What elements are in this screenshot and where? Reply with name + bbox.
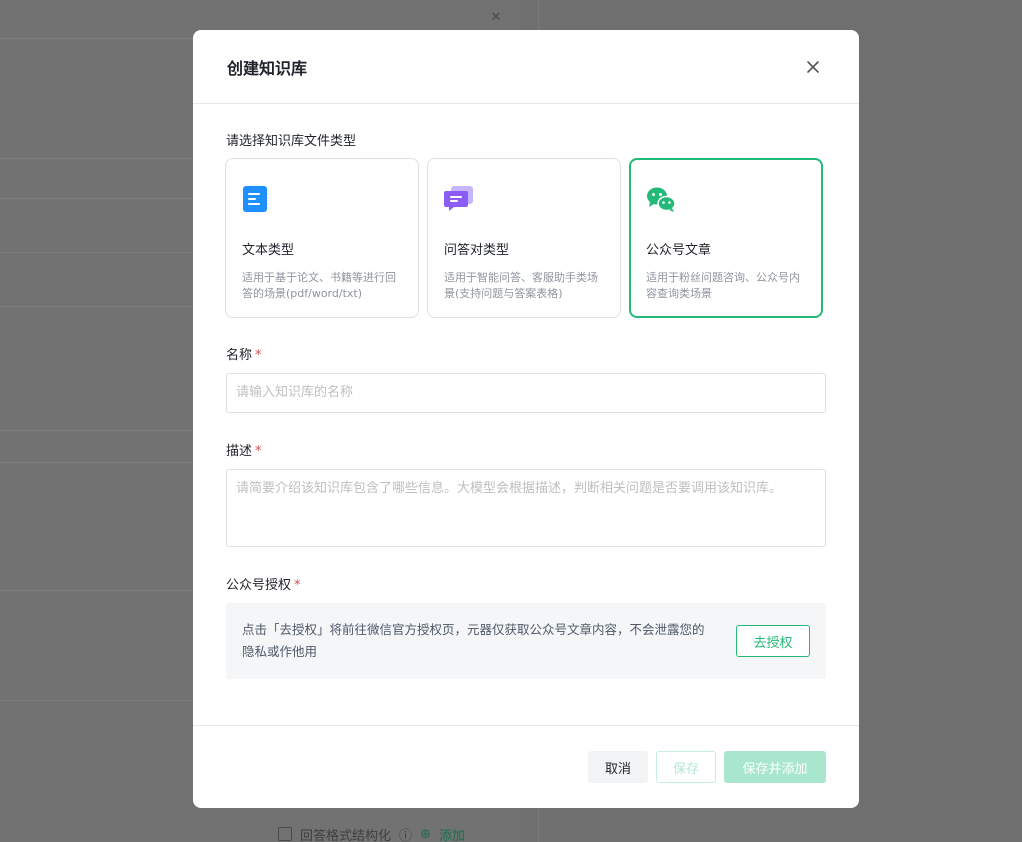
auth-label-text: 公众号授权 xyxy=(226,578,292,593)
type-section-label: 请选择知识库文件类型 xyxy=(226,134,357,149)
type-card-name: 文本类型 xyxy=(242,243,295,258)
auth-description: 点击「去授权」将前往微信官方授权页，元器仅获取公众号文章内容，不会泄露您的隐私或… xyxy=(242,622,705,659)
name-field-label: 名称 * xyxy=(226,344,262,363)
add-icon: ⊕ xyxy=(420,826,431,842)
magic-wand-icon: ✕ xyxy=(490,10,502,25)
name-input[interactable]: 请输入知识库的名称 xyxy=(226,373,826,413)
type-card-desc: 适用于基于论文、书籍等进行回答的场景(pdf/word/txt) xyxy=(242,271,396,300)
modal-title: 创建知识库 xyxy=(227,58,308,78)
cancel-button[interactable]: 取消 xyxy=(588,751,648,783)
document-icon xyxy=(242,185,270,213)
type-cards: 文本类型 适用于基于论文、书籍等进行回答的场景(pdf/word/txt) 问答… xyxy=(225,158,823,318)
wechat-icon xyxy=(646,185,676,213)
save-button[interactable]: 保存 xyxy=(656,751,716,783)
auth-field-label: 公众号授权 * xyxy=(226,574,301,593)
checkbox-label: 回答格式结构化 xyxy=(300,828,392,842)
background-bottom-bar: 回答格式结构化 ⓘ ⊕ 添加 xyxy=(278,826,465,842)
create-knowledge-base-modal: 创建知识库 请选择知识库文件类型 文本类型 适用于基于论文、书籍等进行回答的场景… xyxy=(193,30,859,808)
type-card-name: 问答对类型 xyxy=(444,243,510,258)
authorize-button[interactable]: 去授权 xyxy=(736,625,810,657)
add-label: 添加 xyxy=(438,828,465,842)
desc-field-label: 描述 * xyxy=(226,440,262,459)
type-card-qa[interactable]: 问答对类型 适用于智能问答、客服助手类场景(支持问题与答案表格) xyxy=(427,158,621,318)
type-card-wechat-article[interactable]: 公众号文章 适用于粉丝问题咨询、公众号内容查询类场景 xyxy=(629,158,823,318)
type-card-desc: 适用于粉丝问题咨询、公众号内容查询类场景 xyxy=(646,271,800,300)
auth-box: 点击「去授权」将前往微信官方授权页，元器仅获取公众号文章内容，不会泄露您的隐私或… xyxy=(226,603,826,679)
checkbox xyxy=(278,827,292,841)
footer-buttons: 取消 保存 保存并添加 xyxy=(588,751,826,783)
required-mark: * xyxy=(255,348,262,363)
description-textarea[interactable]: 请简要介绍该知识库包含了哪些信息。大模型会根据描述，判断相关问题是否要调用该知识… xyxy=(226,469,826,547)
info-icon: ⓘ xyxy=(399,828,413,842)
required-mark: * xyxy=(255,444,262,459)
type-card-desc: 适用于智能问答、客服助手类场景(支持问题与答案表格) xyxy=(444,271,598,300)
modal-footer: 取消 保存 保存并添加 xyxy=(193,725,859,808)
type-card-name: 公众号文章 xyxy=(646,243,712,258)
chat-bubbles-icon xyxy=(444,185,473,213)
name-label-text: 名称 xyxy=(226,348,253,363)
desc-label-text: 描述 xyxy=(226,444,253,459)
type-card-text[interactable]: 文本类型 适用于基于论文、书籍等进行回答的场景(pdf/word/txt) xyxy=(225,158,419,318)
save-and-add-button[interactable]: 保存并添加 xyxy=(724,751,826,783)
modal-header: 创建知识库 xyxy=(193,30,859,104)
required-mark: * xyxy=(294,578,301,593)
close-icon[interactable] xyxy=(801,55,825,79)
